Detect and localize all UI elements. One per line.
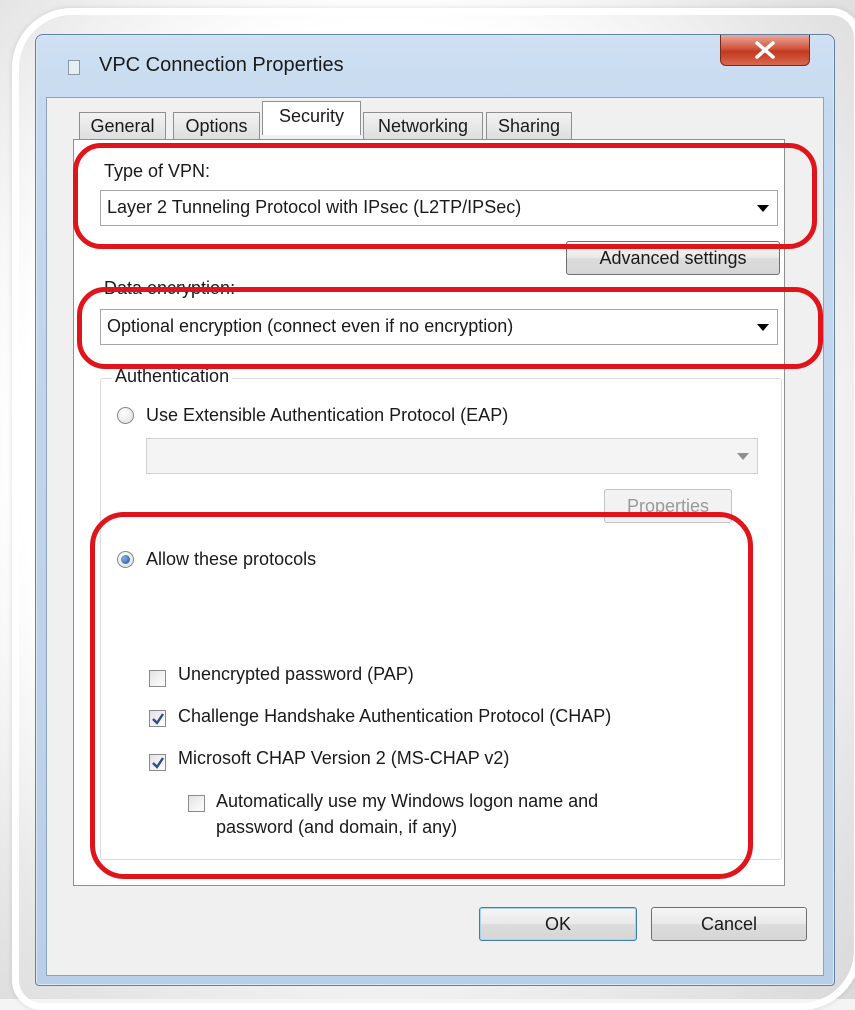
auto-logon-label-line1: Automatically use my Windows logon name … [216, 791, 599, 811]
title-bar: VPC Connection Properties [36, 35, 834, 97]
window-title: VPC Connection Properties [99, 54, 344, 76]
ok-button[interactable]: OK [479, 907, 637, 941]
chap-checkbox[interactable] [149, 710, 166, 727]
close-button[interactable] [720, 35, 810, 66]
button-label: Cancel [700, 913, 758, 934]
button-label: OK [544, 913, 571, 934]
eap-radio-label: Use Extensible Authentication Protocol (… [146, 405, 509, 425]
tab-security[interactable]: Security [262, 101, 361, 135]
dropdown-arrow-icon [757, 205, 769, 212]
eap-radio[interactable] [117, 407, 134, 424]
mschap-v2-checkbox[interactable] [149, 754, 166, 771]
checkmark-icon [152, 757, 164, 769]
tab-label: Sharing [497, 116, 561, 136]
tab-options[interactable]: Options [173, 112, 260, 139]
properties-button[interactable]: Properties [604, 489, 732, 523]
tab-sharing[interactable]: Sharing [486, 112, 572, 139]
pap-label: Unencrypted password (PAP) [178, 664, 414, 684]
advanced-settings-button[interactable]: Advanced settings [566, 241, 780, 275]
dropdown-arrow-icon [757, 324, 769, 331]
mschap-v2-label: Microsoft CHAP Version 2 (MS-CHAP v2) [178, 748, 510, 768]
checkmark-icon [152, 713, 164, 725]
network-icon [68, 60, 80, 75]
vpn-type-dropdown[interactable]: Layer 2 Tunneling Protocol with IPsec (L… [100, 190, 778, 226]
close-icon [755, 41, 775, 59]
chap-label: Challenge Handshake Authentication Proto… [178, 706, 612, 726]
auto-logon-label-line2: password (and domain, if any) [216, 817, 458, 837]
vpn-type-value: Layer 2 Tunneling Protocol with IPsec (L… [107, 197, 522, 217]
data-encryption-value: Optional encryption (connect even if no … [107, 316, 514, 336]
dropdown-arrow-icon [737, 453, 749, 460]
eap-method-dropdown[interactable] [146, 438, 758, 474]
tab-label: Security [278, 106, 345, 126]
tab-label: Options [185, 116, 248, 136]
authentication-group-label: Authentication [112, 366, 233, 387]
pap-checkbox[interactable] [149, 670, 166, 687]
tab-label: General [90, 116, 155, 136]
data-encryption-dropdown[interactable]: Optional encryption (connect even if no … [100, 309, 778, 345]
tab-general[interactable]: General [79, 112, 166, 139]
auto-logon-checkbox[interactable] [188, 795, 205, 812]
allow-protocols-label: Allow these protocols [146, 549, 317, 569]
data-encryption-label: Data encryption: [104, 278, 236, 298]
allow-protocols-radio[interactable] [117, 551, 134, 568]
cancel-button[interactable]: Cancel [651, 907, 807, 941]
button-label: Advanced settings [599, 247, 747, 268]
button-label: Properties [626, 495, 710, 516]
tab-label: Networking [377, 116, 469, 136]
vpn-type-label: Type of VPN: [104, 161, 211, 181]
tab-networking[interactable]: Networking [363, 112, 483, 139]
